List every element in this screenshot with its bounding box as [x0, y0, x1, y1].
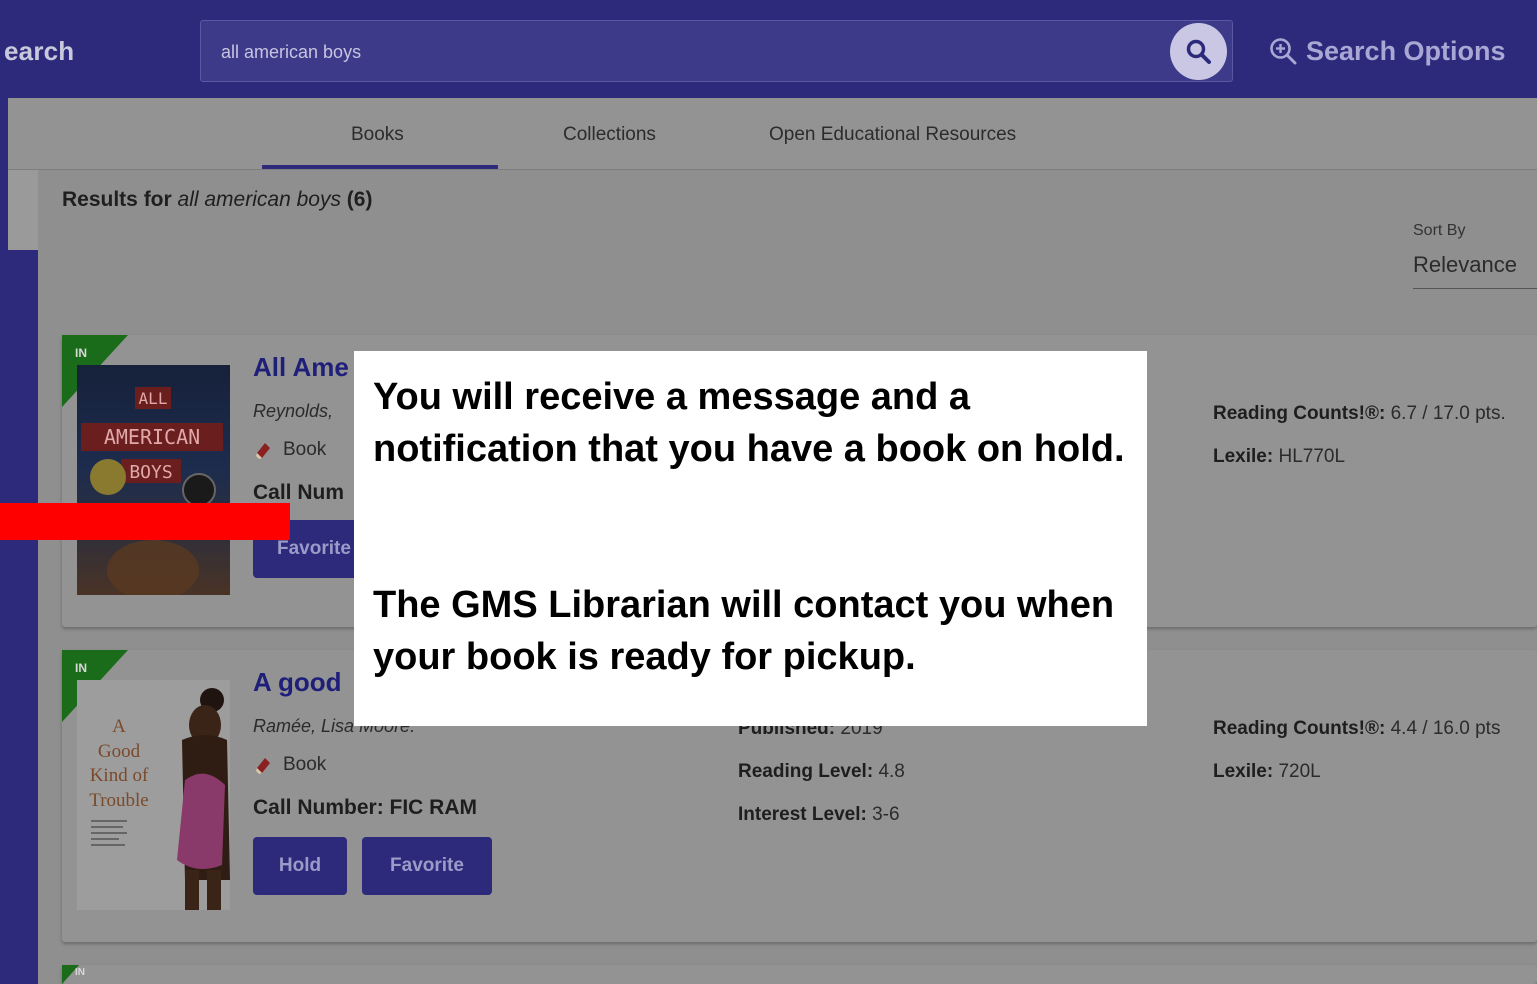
- reading-counts-value: 6.7 / 17.0 pts.: [1390, 403, 1506, 424]
- interest-level-value: 3-6: [872, 804, 900, 825]
- callout-message-hold: You will receive a message and a notific…: [373, 376, 1125, 470]
- hold-button[interactable]: Hold: [253, 837, 347, 895]
- book-author: Reynolds,: [253, 401, 334, 421]
- lexile-value: HL770L: [1278, 446, 1346, 467]
- results-heading: Results for all american boys (6): [62, 188, 372, 212]
- search-options-button[interactable]: Search Options: [1268, 34, 1506, 68]
- call-number: Call Number: FIC RAM: [253, 796, 478, 819]
- sidebar-light-block: [8, 170, 38, 250]
- sidebar-panel: [0, 170, 38, 984]
- search-options-label: Search Options: [1306, 35, 1506, 66]
- tab-open-educational-resources[interactable]: Open Educational Resources: [769, 124, 1016, 146]
- call-number: Call Num: [253, 481, 345, 504]
- cover-text: ALL: [139, 389, 168, 408]
- book-format-label: Book: [283, 754, 327, 775]
- lexile: Lexile: 720L: [1213, 761, 1321, 783]
- search-box[interactable]: [200, 20, 1233, 82]
- result-card: IN: [62, 965, 1537, 984]
- cover-text: BOYS: [129, 462, 172, 483]
- tab-collections[interactable]: Collections: [563, 124, 656, 146]
- tab-books[interactable]: Books: [351, 124, 404, 146]
- cover-text: AMERICAN: [104, 425, 200, 449]
- instruction-callout: You will receive a message and a notific…: [354, 351, 1147, 726]
- interest-level-label: Interest Level:: [738, 804, 867, 825]
- availability-status: IN: [75, 346, 87, 360]
- page-heading-fragment: earch: [4, 36, 75, 66]
- book-title-link[interactable]: A good: [253, 667, 342, 698]
- lexile-value: 720L: [1278, 761, 1321, 782]
- results-count: (6): [346, 188, 373, 211]
- sort-by-select[interactable]: Relevance: [1413, 252, 1517, 278]
- lexile-label: Lexile:: [1213, 761, 1274, 782]
- reading-counts-value: 4.4 / 16.0 pts: [1390, 718, 1501, 739]
- red-highlight-marker: [0, 503, 290, 540]
- book-cover-image[interactable]: ALL AMERICAN BOYS: [77, 365, 230, 600]
- callout-message-pickup: The GMS Librarian will contact you when …: [373, 584, 1115, 678]
- reading-counts-label: Reading Counts!®:: [1213, 403, 1386, 424]
- reading-level-label: Reading Level:: [738, 761, 874, 782]
- reading-level-value: 4.8: [878, 761, 905, 782]
- reading-counts: Reading Counts!®: 6.7 / 17.0 pts.: [1213, 403, 1506, 425]
- book-format: Book: [253, 754, 326, 776]
- lexile: Lexile: HL770L: [1213, 446, 1345, 468]
- sort-by-label: Sort By: [1413, 222, 1466, 239]
- search-icon: [1186, 39, 1211, 64]
- results-query: all american boys: [177, 188, 341, 211]
- active-tab-indicator: [262, 165, 498, 169]
- cover-text: Good: [98, 741, 141, 762]
- book-icon: [256, 758, 270, 774]
- favorite-button[interactable]: Favorite: [362, 837, 492, 895]
- cover-text: Kind of: [90, 765, 149, 786]
- top-navigation-bar: earch Search Options: [0, 0, 1537, 98]
- zoom-in-icon: [1270, 38, 1297, 65]
- book-cover-art: ALL AMERICAN BOYS: [81, 387, 223, 600]
- book-title-link[interactable]: All Ame: [253, 352, 349, 383]
- book-format-label: Book: [283, 439, 327, 460]
- book-cover-image[interactable]: A Good Kind of Trouble: [77, 680, 230, 910]
- reading-counts: Reading Counts!®: 4.4 / 16.0 pts: [1213, 718, 1500, 740]
- sort-by-underline: [1413, 288, 1537, 289]
- interest-level: Interest Level: 3-6: [738, 804, 900, 826]
- reading-level: Reading Level: 4.8: [738, 761, 905, 783]
- book-cover-art: A Good Kind of Trouble: [89, 688, 230, 910]
- results-prefix: Results for: [62, 188, 178, 211]
- book-format: Book: [253, 439, 326, 461]
- cover-text: Trouble: [89, 790, 148, 811]
- availability-status: IN: [75, 661, 87, 675]
- cover-text: A: [112, 716, 126, 737]
- book-icon: [256, 443, 270, 459]
- lexile-label: Lexile:: [1213, 446, 1274, 467]
- reading-counts-label: Reading Counts!®:: [1213, 718, 1386, 739]
- availability-status: IN: [75, 967, 85, 978]
- search-input[interactable]: [221, 37, 1121, 67]
- search-button[interactable]: [1170, 23, 1227, 80]
